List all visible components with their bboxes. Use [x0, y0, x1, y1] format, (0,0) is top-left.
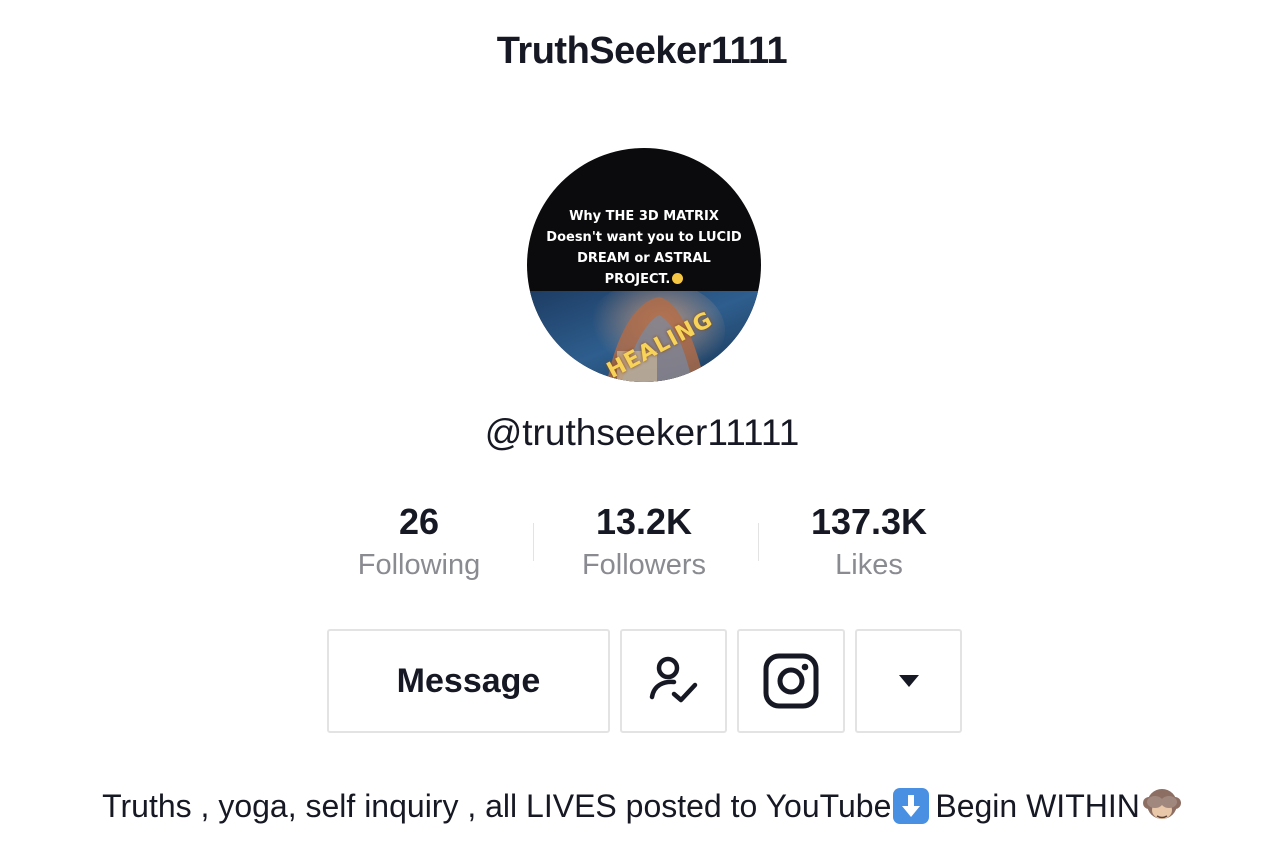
stat-likes-label: Likes [835, 549, 903, 581]
stat-followers-label: Followers [581, 549, 707, 581]
instagram-icon [763, 653, 819, 709]
more-options-button[interactable] [855, 629, 962, 733]
user-check-icon [649, 656, 697, 703]
stat-following[interactable]: 26 Following [309, 500, 529, 583]
bio-text-end: Begin WITHIN [935, 788, 1140, 824]
avatar-caption: Why THE 3D MATRIX Doesn't want you to LU… [546, 209, 742, 287]
stat-likes-value: 137.3K [810, 501, 928, 542]
stat-following-value: 26 [398, 501, 440, 542]
down-arrow-emoji-icon [893, 788, 930, 824]
stat-following-label: Following [357, 549, 481, 581]
bio-text-start: Truths , yoga, self inquiry , all LIVES … [102, 788, 892, 824]
stat-followers[interactable]: 13.2K Followers [534, 500, 754, 583]
profile-bio: Truths , yoga, self inquiry , all LIVES … [0, 785, 1284, 825]
caret-down-icon [898, 675, 919, 687]
avatar-artwork [527, 291, 761, 382]
page-title: TruthSeeker1111 [496, 30, 788, 72]
thinking-emoji-icon [672, 273, 684, 284]
profile-handle: @truthseeker11111 [484, 412, 800, 453]
avatar[interactable]: Why THE 3D MATRIX Doesn't want you to LU… [527, 148, 761, 382]
following-button[interactable] [620, 629, 727, 733]
message-button[interactable]: Message [327, 629, 610, 733]
message-button-label: Message [396, 661, 541, 700]
stat-likes[interactable]: 137.3K Likes [759, 500, 979, 583]
instagram-button[interactable] [737, 629, 845, 733]
see-no-evil-monkey-emoji-icon [1142, 789, 1181, 819]
stat-followers-value: 13.2K [595, 501, 693, 542]
